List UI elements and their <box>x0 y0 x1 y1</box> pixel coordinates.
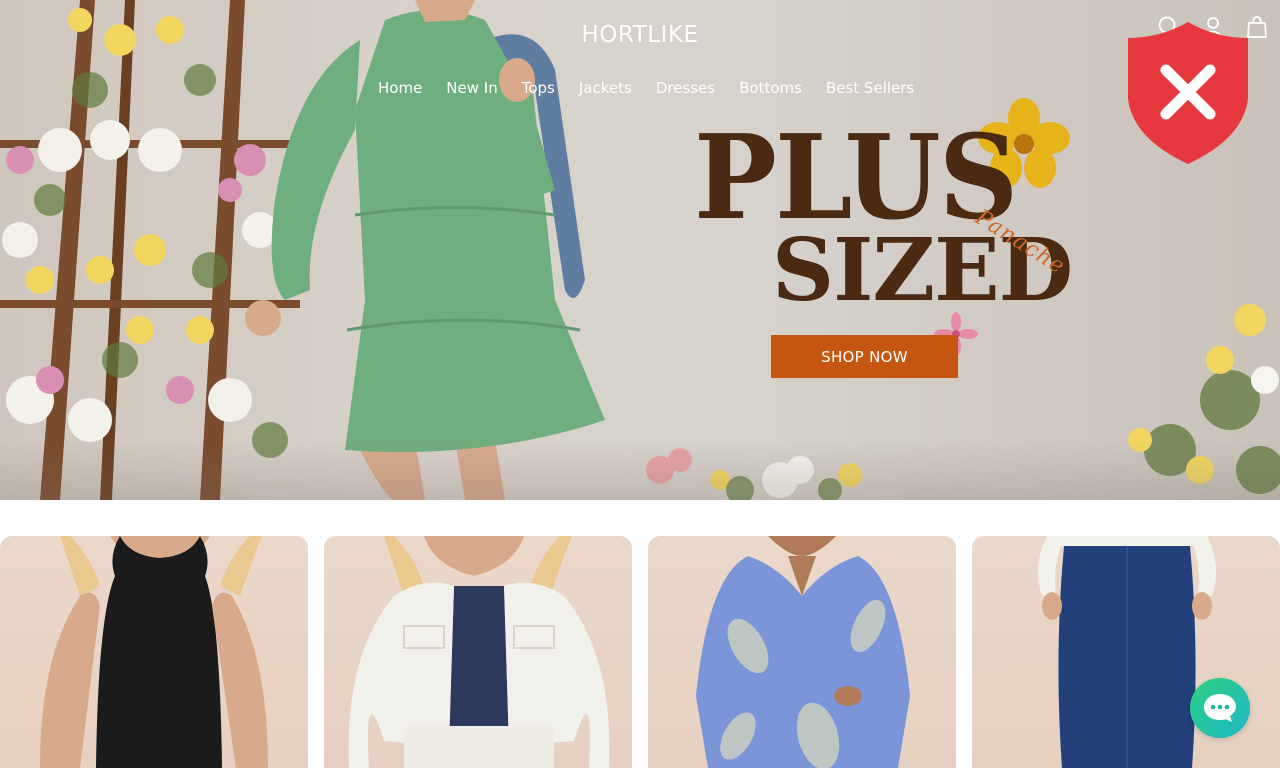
product-grid <box>0 536 1280 768</box>
model-green-dress-image <box>245 0 605 500</box>
nav-item-new-in[interactable]: New In <box>434 78 509 98</box>
hero-floor-shade <box>0 440 1280 500</box>
black-tank-top-image <box>40 536 268 768</box>
hero-banner[interactable]: HORTLIKE Home New In Tops Jackets Dresse… <box>0 0 1280 500</box>
nav-item-jackets[interactable]: Jackets <box>567 78 644 98</box>
main-nav: Home New In Tops Jackets Dresses Bottoms… <box>366 78 926 98</box>
product-card[interactable] <box>648 536 956 768</box>
product-card[interactable] <box>324 536 632 768</box>
shop-now-button[interactable]: SHOP NOW <box>771 335 958 378</box>
chat-bubble-icon[interactable] <box>1190 678 1250 738</box>
product-card[interactable] <box>0 536 308 768</box>
brand-logo[interactable]: HORTLIKE <box>0 22 1280 48</box>
nav-item-home[interactable]: Home <box>366 78 434 98</box>
nav-item-bottoms[interactable]: Bottoms <box>727 78 814 98</box>
white-denim-jacket-image <box>348 536 610 768</box>
nav-item-dresses[interactable]: Dresses <box>644 78 727 98</box>
nav-item-best-sellers[interactable]: Best Sellers <box>814 78 926 98</box>
nav-item-tops[interactable]: Tops <box>510 78 567 98</box>
blue-print-dress-image <box>696 536 910 768</box>
shield-x-icon <box>1128 22 1248 164</box>
